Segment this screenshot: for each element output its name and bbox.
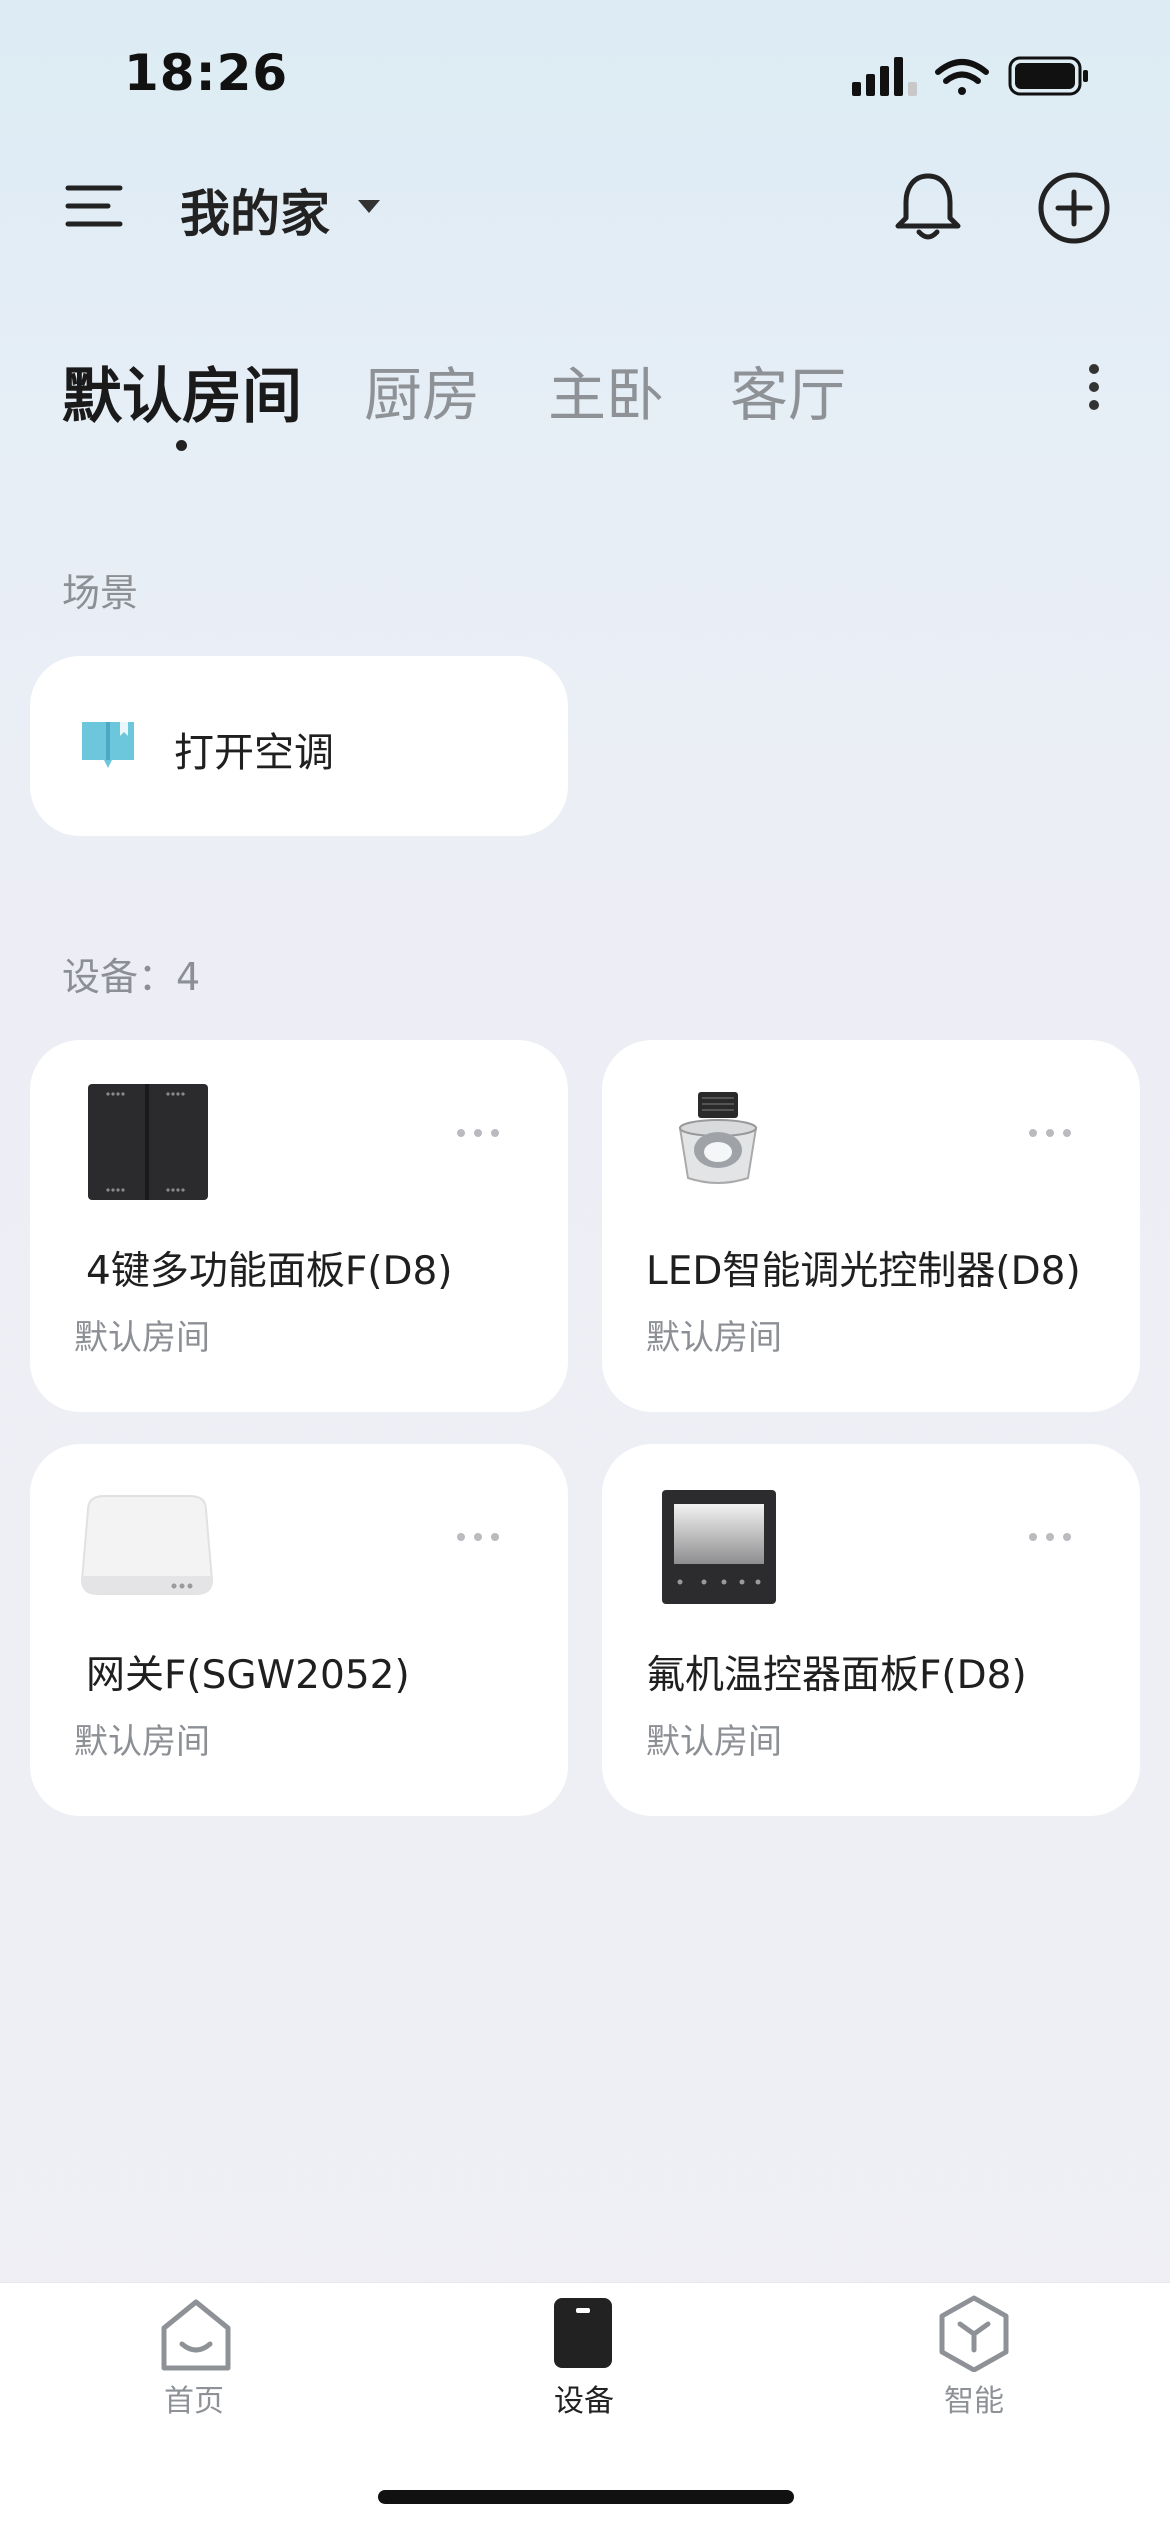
home-selector[interactable]: 我的家 [180, 174, 330, 246]
plus-circle-icon[interactable] [1036, 170, 1112, 246]
device-room: 默认房间 [646, 1722, 782, 1762]
device-name: LED智能调光控制器(D8) [646, 1249, 1081, 1294]
device-more-icon[interactable] [454, 1530, 502, 1544]
cellular-signal-icon [852, 57, 917, 96]
led-downlight-image [678, 1092, 758, 1184]
bell-icon[interactable] [892, 168, 964, 244]
tab-kitchen[interactable]: 厨房 [364, 348, 480, 432]
gateway-image [80, 1495, 214, 1595]
home-indicator [378, 2490, 794, 2504]
menu-icon[interactable] [64, 176, 124, 236]
tab-default-room[interactable]: 默认房间 [62, 348, 302, 435]
scene-label: 打开空调 [174, 730, 334, 776]
device-more-icon[interactable] [454, 1126, 502, 1140]
device-room: 默认房间 [74, 1722, 210, 1762]
scenes-section-label: 场景 [62, 571, 139, 615]
tab-living-room[interactable]: 客厅 [730, 348, 846, 432]
four-key-panel-image [88, 1084, 208, 1200]
active-tab-indicator [176, 440, 187, 451]
device-room: 默认房间 [646, 1318, 782, 1358]
device-icon[interactable] [552, 2296, 614, 2370]
scene-book-icon [82, 722, 134, 768]
status-time: 18:26 [124, 44, 289, 102]
tab-master-bedroom[interactable]: 主卧 [548, 348, 664, 432]
battery-icon [1008, 56, 1088, 96]
device-more-icon[interactable] [1026, 1530, 1074, 1544]
device-room: 默认房间 [74, 1318, 210, 1358]
smart-cube-icon[interactable] [938, 2294, 1010, 2372]
home-icon[interactable] [158, 2298, 234, 2372]
wifi-icon [935, 59, 989, 95]
nav-smart-label[interactable]: 智能 [944, 2376, 1004, 2420]
devices-section-label: 设备：4 [62, 955, 201, 999]
device-more-icon[interactable] [1026, 1126, 1074, 1140]
device-name: 氟机温控器面板F(D8) [646, 1653, 1027, 1698]
device-name: 网关F(SGW2052) [86, 1653, 410, 1698]
nav-home-label[interactable]: 首页 [164, 2376, 224, 2420]
vertical-dots-icon[interactable] [1082, 362, 1106, 412]
caret-down-icon[interactable] [358, 200, 380, 213]
nav-devices-label[interactable]: 设备 [554, 2376, 614, 2420]
thermostat-panel-image [662, 1490, 776, 1604]
device-name: 4键多功能面板F(D8) [86, 1249, 453, 1294]
status-bar-icons [852, 56, 1088, 96]
